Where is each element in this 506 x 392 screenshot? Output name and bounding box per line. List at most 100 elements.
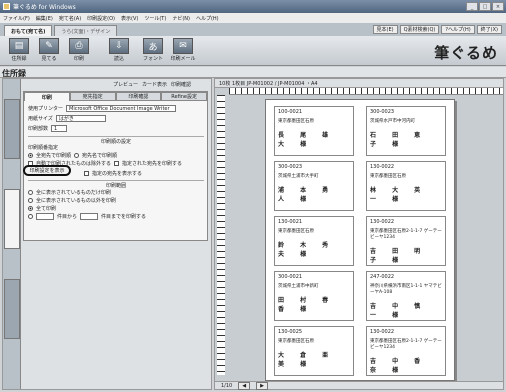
address-card[interactable]: 130-0022 東京都墨田区石原林 大 英 一 様 xyxy=(366,161,446,211)
tab-print[interactable]: 印刷 xyxy=(24,92,70,101)
card-address: 茨城県水戸市中河内町 xyxy=(370,119,415,124)
exit-button[interactable]: 終了(X) xyxy=(476,25,502,34)
address-card[interactable]: 100-0021 東京都墨田区石原長 尾 雄 大 様 xyxy=(274,106,354,156)
card-name: 吉 中 慎 一 様 xyxy=(370,303,428,319)
address-card[interactable]: 130-0025 東京都墨田区石原大 倉 亜 美 様 xyxy=(274,326,354,376)
address-card[interactable]: 247-0022 神奈川県横浜市南区1-1-1 ヤマテビーヤA-108 吉 中 慎 … xyxy=(366,271,446,321)
panel-tabs: 印刷 宛先指定 印刷確認 Refine設定 xyxy=(24,92,207,101)
tab-front[interactable]: おもて(宛て名) xyxy=(4,25,53,36)
card-zip: 300-0023 xyxy=(370,109,395,115)
section-range: 印刷範囲 xyxy=(28,180,204,189)
range-row-1: 全に表示されているものだけ印刷 xyxy=(28,189,111,196)
vertical-sidebar xyxy=(3,79,21,389)
radio-order-1[interactable] xyxy=(28,153,33,158)
preview-status-bar: 1/10 ◀ ▶ xyxy=(215,381,503,390)
sidebar-tab-3[interactable] xyxy=(4,279,20,339)
check-row-2: 指定の宛先を表示する xyxy=(84,170,142,177)
copies-stepper[interactable]: 1 xyxy=(51,125,68,132)
card-zip: 300-0023 xyxy=(278,164,303,170)
menu-edit[interactable]: 編集(E) xyxy=(36,15,53,22)
radio-range-2[interactable] xyxy=(28,198,33,203)
header-strip xyxy=(0,67,506,78)
window-title: 筆ぐるめ for Windows xyxy=(13,4,76,11)
maximize-button[interactable]: □ xyxy=(479,2,491,11)
ribbon-font-button[interactable]: あフォント xyxy=(140,38,166,64)
app-logo: 筆ぐるめ xyxy=(434,44,498,62)
ribbon-address-book-button[interactable]: ▤ 住所録 xyxy=(6,38,32,64)
card-address: 茨城県土浦市大手町 xyxy=(278,174,319,179)
ribbon-print-button[interactable]: ⎙ 印刷 xyxy=(66,38,92,64)
checkbox-show-specified[interactable] xyxy=(84,171,89,176)
address-card[interactable]: 130-0021 東京都墨田区石原鈴 木 秀 夫 様 xyxy=(274,216,354,266)
radio-range-4[interactable] xyxy=(28,214,33,219)
prev-page-button[interactable]: ◀ xyxy=(238,381,251,390)
sidebar-tab-1[interactable] xyxy=(4,99,20,159)
help-button[interactable]: ?ヘルプ(H) xyxy=(441,25,475,34)
preview-toggle[interactable]: プレビュー xyxy=(113,81,138,88)
radio-range-3[interactable] xyxy=(28,206,33,211)
menu-view[interactable]: 表示(V) xyxy=(121,15,138,22)
title-bar: 筆ぐるめ for Windows _ □ × xyxy=(0,0,506,13)
menu-help[interactable]: ヘルプ(H) xyxy=(196,15,219,22)
order-label: 印刷順番指定 xyxy=(28,145,59,151)
sidebar-tab-2[interactable] xyxy=(4,189,20,249)
menu-file[interactable]: ファイル(F) xyxy=(3,15,30,22)
card-name: 田 村 春 香 様 xyxy=(278,297,336,313)
address-card[interactable]: 130-0022 東京都墨田区石原2-1-1-7 ゲーテービーヤ1234 吉 田 明… xyxy=(366,216,446,266)
checkbox-specified[interactable] xyxy=(114,161,120,166)
view-icon: ✎ xyxy=(39,38,59,54)
range-from-input[interactable] xyxy=(36,213,54,220)
address-card[interactable]: 130-0022 東京都墨田区石原2-1-1-7 ゲーテービーヤ1234 吉 中 香… xyxy=(366,326,446,376)
menu-tools[interactable]: ツール(T) xyxy=(144,15,166,22)
card-name: 浦 本 勇 人 様 xyxy=(278,187,336,203)
book-icon: ▤ xyxy=(9,38,29,54)
card-zip: 130-0021 xyxy=(278,219,303,225)
mail-icon: ✉ xyxy=(173,38,193,54)
vertical-ruler xyxy=(217,95,225,375)
tab-back[interactable]: うら(文面)・デザイン xyxy=(54,25,118,36)
menu-address[interactable]: 宛て名(A) xyxy=(59,15,81,22)
page-indicator: 1/10 xyxy=(221,382,233,389)
card-name: 吉 中 香 奈 様 xyxy=(370,358,428,374)
preview-toggles: プレビュー カード表示 印刷確認 xyxy=(113,81,191,88)
ribbon: ▤ 住所録 ✎ 見てる ⎙ 印刷 ⇩ 読込 あフォント ✉ 印刷メール xyxy=(0,36,506,66)
minimize-button[interactable]: _ xyxy=(466,2,478,11)
card-zip: 100-0021 xyxy=(278,109,303,115)
next-page-button[interactable]: ▶ xyxy=(256,381,268,390)
tab-confirm[interactable]: 印刷確認 xyxy=(115,92,162,101)
menu-print-settings[interactable]: 印刷設定(O) xyxy=(87,15,115,22)
tab-refine[interactable]: Refine設定 xyxy=(161,92,207,101)
ribbon-mail-button[interactable]: ✉ 印刷メール xyxy=(170,38,196,64)
search-button[interactable]: Q素材検索(Q) xyxy=(399,25,440,34)
range-row-4: 件目から 件目までを印刷する xyxy=(28,213,146,220)
address-card[interactable]: 300-0023 茨城県土浦市大手町浦 本 勇 人 様 xyxy=(274,161,354,211)
show-print-settings-button[interactable]: 印刷設定を表示 xyxy=(23,165,71,176)
card-address: 東京都墨田区石原 xyxy=(278,119,314,124)
ribbon-view-button[interactable]: ✎ 見てる xyxy=(36,38,62,64)
close-button[interactable]: × xyxy=(492,2,504,11)
tab-destination[interactable]: 宛先指定 xyxy=(69,92,116,101)
radio-order-2[interactable] xyxy=(74,153,80,158)
card-name: 林 大 英 一 様 xyxy=(370,187,428,203)
copies-row: 印刷部数 1 xyxy=(28,125,68,132)
address-card[interactable]: 300-0021 茨城県土浦市中新町田 村 春 香 様 xyxy=(274,271,354,321)
card-address: 東京都墨田区石原 xyxy=(278,229,314,234)
window-controls: _ □ × xyxy=(466,2,504,11)
print-check-toggle[interactable]: 印刷確認 xyxy=(171,81,191,88)
paper-select[interactable]: はがき xyxy=(55,115,106,122)
card-name: 鈴 木 秀 夫 様 xyxy=(278,242,336,258)
address-card[interactable]: 300-0023 茨城県水戸市中河内町石 田 恵 子 様 xyxy=(366,106,446,156)
card-name: 吉 田 明 子 様 xyxy=(370,248,428,264)
card-zip: 130-0022 xyxy=(370,219,395,225)
menu-navi[interactable]: ナビ(N) xyxy=(172,15,190,22)
card-view-toggle[interactable]: カード表示 xyxy=(142,81,167,88)
paper-row: 用紙サイズ はがき xyxy=(28,115,106,122)
card-zip: 130-0022 xyxy=(370,329,395,335)
sample-button[interactable]: 見本(E) xyxy=(372,25,398,34)
ribbon-import-button[interactable]: ⇩ 読込 xyxy=(106,38,132,64)
printer-select[interactable]: Microsoft Office Document Image Writer xyxy=(66,105,177,112)
font-icon: あ xyxy=(143,38,163,54)
radio-range-1[interactable] xyxy=(28,190,33,195)
card-zip: 130-0025 xyxy=(278,329,303,335)
range-to-input[interactable] xyxy=(80,213,99,220)
